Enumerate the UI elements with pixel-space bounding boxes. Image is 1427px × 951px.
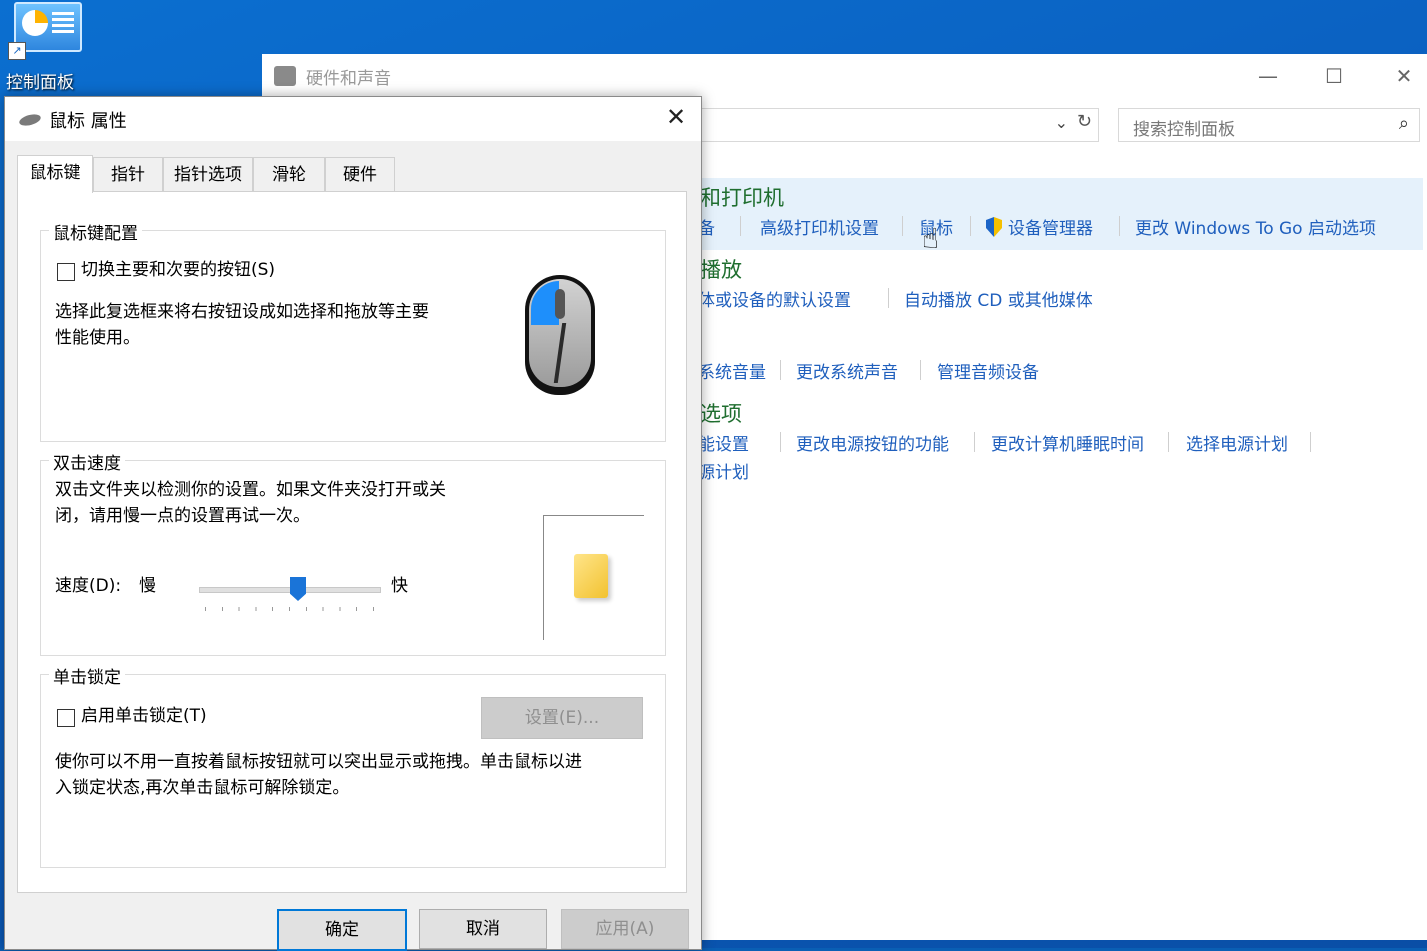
separator xyxy=(780,360,781,380)
dialog-titlebar: 鼠标 属性 ✕ xyxy=(5,97,701,141)
mouse-wheel xyxy=(555,289,565,319)
fast-label: 快 xyxy=(391,576,408,596)
chevron-down-icon[interactable]: ⌄ xyxy=(1055,113,1068,132)
click-lock-settings-button[interactable]: 设置(E)... xyxy=(481,697,643,739)
link-autoplay-cd[interactable]: 自动播放 CD 或其他媒体 xyxy=(904,286,1093,311)
separator xyxy=(1168,432,1169,452)
separator xyxy=(970,216,971,236)
mouse-icon xyxy=(18,112,42,128)
tab-wheel[interactable]: 滑轮 xyxy=(253,157,325,192)
desktop-icon-label: 控制面板 xyxy=(6,73,74,93)
hand-cursor-icon: ☝ xyxy=(922,222,940,255)
section-title-power[interactable]: 选项 xyxy=(700,398,742,428)
section-title-devices[interactable]: 和打印机 xyxy=(700,182,784,212)
cp-titlebar: 硬件和声音 — ☐ ✕ xyxy=(262,54,1427,98)
close-button[interactable]: ✕ xyxy=(1384,62,1424,90)
maximize-button[interactable]: ☐ xyxy=(1314,62,1354,90)
search-icon[interactable]: ⌕ xyxy=(1399,113,1409,134)
link-windows-to-go[interactable]: 更改 Windows To Go 启动选项 xyxy=(1135,214,1376,239)
tab-pointer-options[interactable]: 指针选项 xyxy=(163,157,253,192)
speed-slider-thumb[interactable] xyxy=(290,577,306,601)
link-power-button[interactable]: 更改电源按钮的功能 xyxy=(796,430,949,455)
group-label: 单击锁定 xyxy=(49,663,125,688)
section-title-autoplay[interactable]: 播放 xyxy=(700,254,742,284)
switch-buttons-checkbox[interactable] xyxy=(57,263,75,281)
search-placeholder: 搜索控制面板 xyxy=(1133,120,1235,140)
shortcut-arrow-icon: ↗ xyxy=(8,42,26,60)
dialog-title: 鼠标 属性 xyxy=(49,111,127,132)
link-device-manager[interactable]: 设备管理器 xyxy=(986,214,1093,239)
group-label: 鼠标键配置 xyxy=(49,219,142,244)
printer-icon xyxy=(274,66,296,86)
separator xyxy=(1119,216,1120,236)
group-label: 双击速度 xyxy=(49,449,125,474)
link-choose-plan[interactable]: 选择电源计划 xyxy=(1186,430,1288,455)
separator xyxy=(920,360,921,380)
minimize-button[interactable]: — xyxy=(1248,62,1288,90)
ok-button[interactable]: 确定 xyxy=(277,909,407,951)
separator xyxy=(1310,432,1311,452)
speed-slider-ticks xyxy=(205,607,375,611)
slow-label: 慢 xyxy=(139,576,156,596)
dialog-close-button[interactable]: ✕ xyxy=(661,103,691,131)
link-media-defaults[interactable]: 体或设备的默认设置 xyxy=(698,286,851,311)
folder-icon[interactable] xyxy=(574,554,608,598)
double-click-desc-2: 闭，请用慢一点的设置再试一次。 xyxy=(55,506,310,526)
tab-panel: 鼠标键配置 切换主要和次要的按钮(S) 选择此复选框来将右按钮设成如选择和拖放等… xyxy=(17,191,687,893)
separator xyxy=(740,216,741,236)
double-click-desc-1: 双击文件夹以检测你的设置。如果文件夹没打开或关 xyxy=(55,480,446,500)
search-input[interactable]: 搜索控制面板 ⌕ xyxy=(1118,108,1420,142)
separator xyxy=(902,216,903,236)
group-double-click: 双击速度 双击文件夹以检测你的设置。如果文件夹没打开或关 闭，请用慢一点的设置再… xyxy=(40,449,666,656)
pie-chart-icon xyxy=(22,10,48,36)
link-audio-devices[interactable]: 管理音频设备 xyxy=(937,358,1039,383)
cancel-button[interactable]: 取消 xyxy=(419,909,547,949)
button-config-desc-1: 选择此复选框来将右按钮设成如选择和拖放等主要 xyxy=(55,302,429,322)
click-lock-label[interactable]: 启用单击锁定(T) xyxy=(81,703,207,729)
speed-label: 速度(D): xyxy=(55,576,122,596)
address-bar[interactable]: ⌄ ↻ xyxy=(692,108,1099,142)
tab-pointers[interactable]: 指针 xyxy=(93,157,163,192)
desktop-icon-control-panel[interactable]: ↗ 控制面板 xyxy=(6,2,86,93)
link-device-manager-label: 设备管理器 xyxy=(1008,219,1093,239)
apply-button[interactable]: 应用(A) xyxy=(561,909,689,949)
mouse-properties-dialog: 鼠标 属性 ✕ 鼠标键 指针 指针选项 滑轮 硬件 鼠标键配置 切换主要和次要的… xyxy=(4,96,702,951)
link-advanced-printer[interactable]: 高级打印机设置 xyxy=(760,214,879,239)
group-click-lock: 单击锁定 启用单击锁定(T) 设置(E)... 使你可以不用一直按着鼠标按钮就可… xyxy=(40,663,666,868)
mouse-illustration xyxy=(525,275,595,395)
click-lock-desc-1: 使你可以不用一直按着鼠标按钮就可以突出显示或拖拽。单击鼠标以进 xyxy=(55,752,582,772)
tab-hardware[interactable]: 硬件 xyxy=(325,157,395,192)
switch-buttons-label[interactable]: 切换主要和次要的按钮(S) xyxy=(81,257,275,283)
test-area[interactable] xyxy=(543,515,644,640)
link-change-sounds[interactable]: 更改系统声音 xyxy=(796,358,898,383)
shield-icon xyxy=(986,217,1002,237)
separator xyxy=(780,432,781,452)
button-config-desc-2: 性能使用。 xyxy=(55,328,140,348)
separator xyxy=(888,288,889,308)
link-power-settings[interactable]: 能设置 xyxy=(698,430,749,455)
separator xyxy=(974,432,975,452)
group-button-config: 鼠标键配置 切换主要和次要的按钮(S) 选择此复选框来将右按钮设成如选择和拖放等… xyxy=(40,219,666,442)
tab-buttons[interactable]: 鼠标键 xyxy=(17,155,93,193)
link-sleep-time[interactable]: 更改计算机睡眠时间 xyxy=(991,430,1144,455)
click-lock-checkbox[interactable] xyxy=(57,709,75,727)
click-lock-desc-2: 入锁定状态,再次单击鼠标可解除锁定。 xyxy=(55,778,350,798)
cp-title: 硬件和声音 xyxy=(306,69,391,89)
refresh-icon[interactable]: ↻ xyxy=(1077,111,1092,132)
link-system-volume[interactable]: 系统音量 xyxy=(698,358,766,383)
bars-icon xyxy=(52,12,74,34)
link-power-plan[interactable]: 源计划 xyxy=(698,458,749,483)
